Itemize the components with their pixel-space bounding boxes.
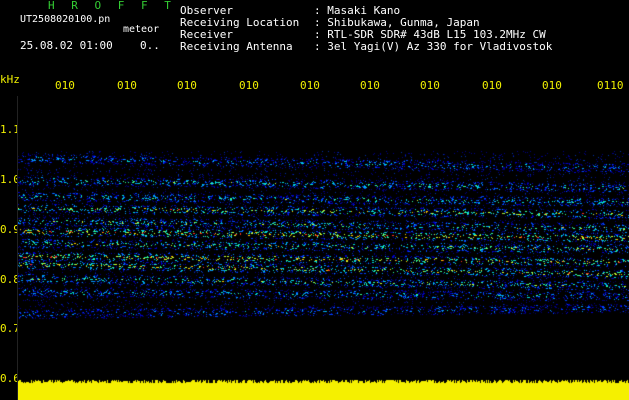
datetime-label: 25.08.02 01:00 [20,39,113,52]
x-tick-label: 0110 [597,79,624,92]
y-tick-label: 1.1 [0,123,20,136]
x-tick-label: 010 [360,79,380,92]
hrofft-window: H R O F F T UT2508020100.pn meteor 25.08… [0,0,629,400]
x-tick-label: 010 [239,79,259,92]
y-tick-label: 0.6 [0,372,20,385]
mode-label: meteor [123,24,160,35]
x-tick-label: 010 [117,79,137,92]
y-axis-unit: kHz [0,73,20,86]
x-tick-label: 010 [55,79,75,92]
y-tick-label: 0.9 [0,223,20,236]
spectrogram-plot [18,96,629,378]
filename-label: UT2508020100.pn [20,14,111,25]
x-tick-label: 010 [542,79,562,92]
y-tick-label: 1.0 [0,173,20,186]
x-tick-label: 010 [177,79,197,92]
x-tick-label: 010 [482,79,502,92]
y-tick-label: 0.8 [0,273,20,286]
x-tick-label: 010 [420,79,440,92]
antenna-value: : 3el Yagi(V) Az 330 for Vladivostok [314,40,553,53]
signal-level-bar [18,378,629,400]
extra-label: 0.. [140,39,160,52]
antenna-label: Receiving Antenna [180,40,293,53]
app-title: H R O F F T [48,0,176,12]
x-tick-label: 010 [300,79,320,92]
y-tick-label: 0.7 [0,322,20,335]
